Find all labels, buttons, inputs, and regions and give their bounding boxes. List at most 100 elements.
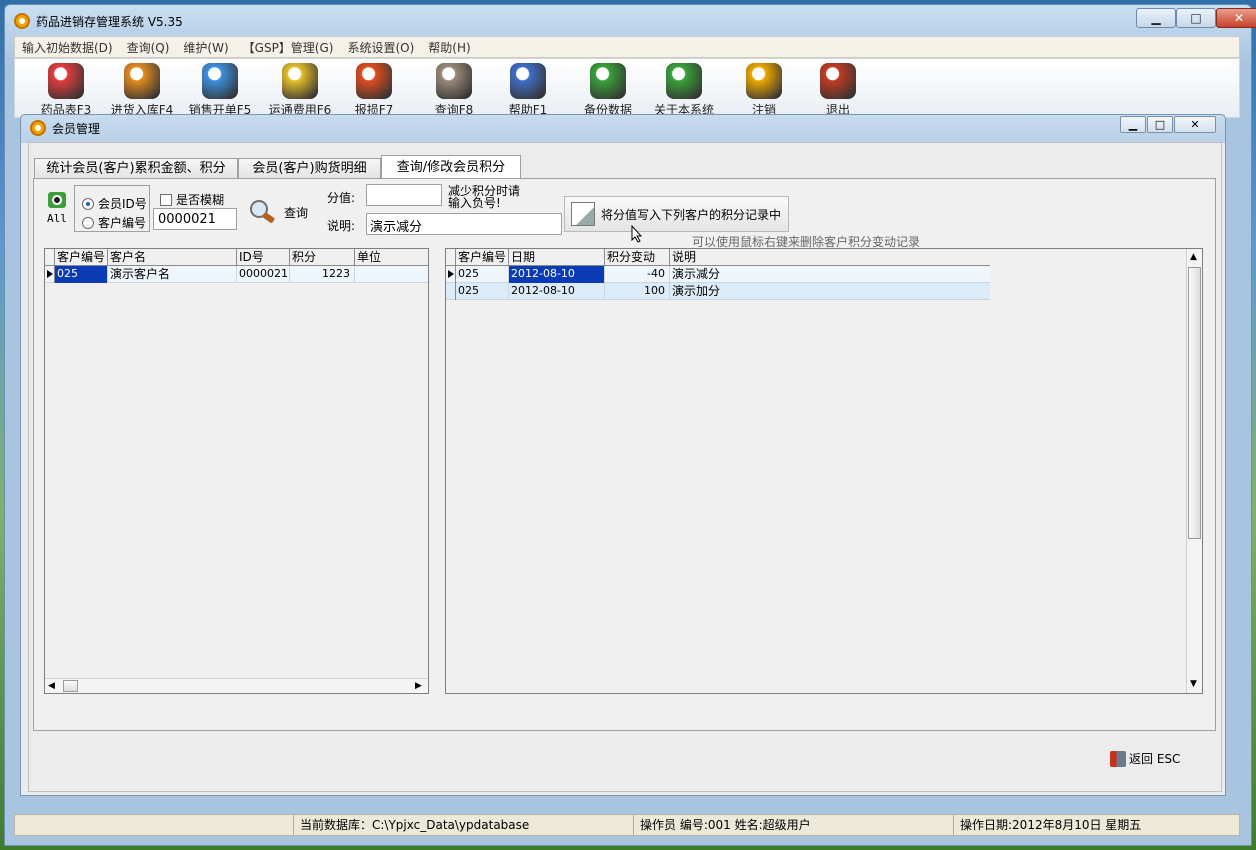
notepad-pencil-icon	[571, 202, 595, 226]
eye-icon[interactable]	[48, 192, 66, 208]
exit-door-icon	[1110, 750, 1126, 767]
toolbar-button-2[interactable]: 销售开单F5	[183, 63, 257, 119]
child-window-controls: ▁ □ ✕	[1120, 116, 1216, 133]
menu-item-0[interactable]: 输入初始数据(D)	[15, 39, 120, 56]
col-customer-name[interactable]: 客户名	[108, 249, 237, 266]
toolbar-button-8[interactable]: 关于本系统	[647, 63, 721, 119]
table-row[interactable]: 025 演示客户名 0000021 1223	[45, 266, 428, 283]
menu-item-4[interactable]: 系统设置(O)	[340, 39, 421, 56]
toolbar-button-7[interactable]: 备份数据	[571, 63, 645, 119]
cell-score[interactable]: 1223	[290, 266, 355, 283]
radio-member-id[interactable]: 会员ID号	[82, 195, 147, 212]
toolbar-label: 帮助F1	[508, 103, 548, 115]
toolbar-label: 退出	[825, 103, 850, 115]
child-minimize-button[interactable]: ▁	[1120, 116, 1146, 133]
toolbar-button-5[interactable]: 查询F8	[417, 63, 491, 119]
menu-item-3[interactable]: 【GSP】管理(G)	[236, 39, 341, 56]
maximize-button[interactable]: □	[1176, 8, 1216, 28]
toolbar-label: 进货入库F4	[110, 103, 174, 115]
toolbar-label: 销售开单F5	[188, 103, 252, 115]
menu-item-2[interactable]: 维护(W)	[176, 39, 235, 56]
customer-grid-header: 客户编号 客户名 ID号 积分 单位	[45, 249, 428, 266]
scroll-thumb[interactable]	[1188, 267, 1201, 539]
cell-date[interactable]: 2012-08-10	[509, 283, 605, 300]
id-input[interactable]: 0000021	[153, 208, 237, 230]
score-change-grid[interactable]	[445, 248, 1203, 694]
all-label[interactable]: All	[47, 212, 67, 225]
col-score-change[interactable]: 积分变动	[605, 249, 670, 266]
cell-customer-name[interactable]: 演示客户名	[108, 266, 237, 283]
score-input[interactable]	[366, 184, 442, 206]
child-title: 会员管理	[52, 121, 101, 136]
about-icon	[666, 63, 702, 99]
current-row-indicator	[45, 266, 55, 283]
scroll-left-icon[interactable]: ◀	[48, 681, 55, 691]
tab-query-modify-score[interactable]: 查询/修改会员积分	[381, 155, 521, 180]
desc-input[interactable]: 演示减分	[366, 213, 562, 235]
fuzzy-checkbox[interactable]: 是否模糊	[160, 191, 224, 208]
col-unit[interactable]: 单位	[355, 249, 427, 266]
scroll-up-icon[interactable]: ▲	[1190, 252, 1197, 262]
cell-score-change[interactable]: -40	[605, 266, 670, 283]
col-description[interactable]: 说明	[670, 249, 990, 266]
radio-dot	[82, 216, 94, 229]
col-date[interactable]: 日期	[509, 249, 605, 266]
toolbar-button-3[interactable]: 运通费用F6	[263, 63, 337, 119]
radio-member-id-label: 会员ID号	[98, 197, 147, 211]
close-button[interactable]: ✕	[1216, 8, 1256, 28]
app-icon	[14, 13, 30, 29]
cell-id[interactable]: 0000021	[237, 266, 290, 283]
radio-customer-no[interactable]: 客户编号	[82, 214, 146, 231]
checkbox-box	[160, 193, 172, 206]
cell-score-change[interactable]: 100	[605, 283, 670, 300]
return-button[interactable]: 返回 ESC	[1110, 750, 1180, 767]
table-row[interactable]: 025 2012-08-10 -40 演示减分	[446, 266, 990, 283]
row-indicator-header	[446, 249, 456, 266]
col-id[interactable]: ID号	[237, 249, 290, 266]
sales-icon	[202, 63, 238, 99]
tab-member-statistics[interactable]: 统计会员(客户)累积金额、积分	[34, 158, 238, 179]
score-change-grid-header: 客户编号 日期 积分变动 说明	[446, 249, 990, 266]
cell-description[interactable]: 演示加分	[670, 283, 990, 300]
tab-purchase-details[interactable]: 会员(客户)购货明细	[238, 158, 381, 179]
toolbar-button-9[interactable]: 注销	[727, 63, 801, 119]
scroll-right-icon[interactable]: ▶	[415, 681, 422, 691]
query-button-label[interactable]: 查询	[284, 204, 308, 221]
cell-unit[interactable]	[355, 266, 427, 283]
table-row[interactable]: 025 2012-08-10 100 演示加分	[446, 283, 990, 300]
drug-table-icon	[48, 63, 84, 99]
mouse-cursor-icon	[631, 224, 643, 243]
app-title: 药品进销存管理系统 V5.35	[36, 14, 183, 29]
col-customer-no[interactable]: 客户编号	[456, 249, 509, 266]
minimize-button[interactable]: ▁	[1136, 8, 1176, 28]
cell-description[interactable]: 演示减分	[670, 266, 990, 283]
toolbar-button-1[interactable]: 进货入库F4	[105, 63, 179, 119]
child-close-button[interactable]: ✕	[1174, 116, 1216, 133]
scroll-down-icon[interactable]: ▼	[1190, 679, 1197, 689]
menu-item-5[interactable]: 帮助(H)	[421, 39, 477, 56]
menu-item-1[interactable]: 查询(Q)	[120, 39, 177, 56]
magnifier-icon[interactable]	[248, 198, 278, 224]
child-maximize-button[interactable]: □	[1147, 116, 1173, 133]
col-score[interactable]: 积分	[290, 249, 355, 266]
cell-customer-no[interactable]: 025	[456, 266, 509, 283]
col-customer-no[interactable]: 客户编号	[55, 249, 108, 266]
cell-customer-no[interactable]: 025	[456, 283, 509, 300]
cell-date[interactable]: 2012-08-10	[509, 266, 605, 283]
right-vertical-scrollbar[interactable]: ▲ ▼	[1186, 249, 1202, 693]
status-bar: 当前数据库：C:\Ypjxc_Data\ypdatabase 操作员 编号:00…	[14, 814, 1240, 836]
status-database: 当前数据库：C:\Ypjxc_Data\ypdatabase	[293, 815, 633, 835]
left-horizontal-scrollbar[interactable]: ◀ ▶	[45, 678, 428, 693]
purchase-icon	[124, 63, 160, 99]
toolbar-button-4[interactable]: 报损F7	[337, 63, 411, 119]
toolbar-button-0[interactable]: 药品表F3	[29, 63, 103, 119]
score-hint: 减少积分时请输入负号!	[448, 184, 521, 210]
write-score-button[interactable]: 将分值写入下列客户的积分记录中	[564, 196, 789, 232]
customer-grid[interactable]	[44, 248, 429, 694]
toolbar: 药品表F3 进货入库F4 销售开单F5 运通费用F6 报损F7 查询F8 帮助F1 备份数据 关…	[14, 58, 1240, 118]
toolbar-button-6[interactable]: 帮助F1	[491, 63, 565, 119]
expense-icon	[282, 63, 318, 99]
cell-customer-no[interactable]: 025	[55, 266, 108, 283]
scroll-thumb[interactable]	[63, 680, 78, 692]
toolbar-button-10[interactable]: 退出	[801, 63, 875, 119]
